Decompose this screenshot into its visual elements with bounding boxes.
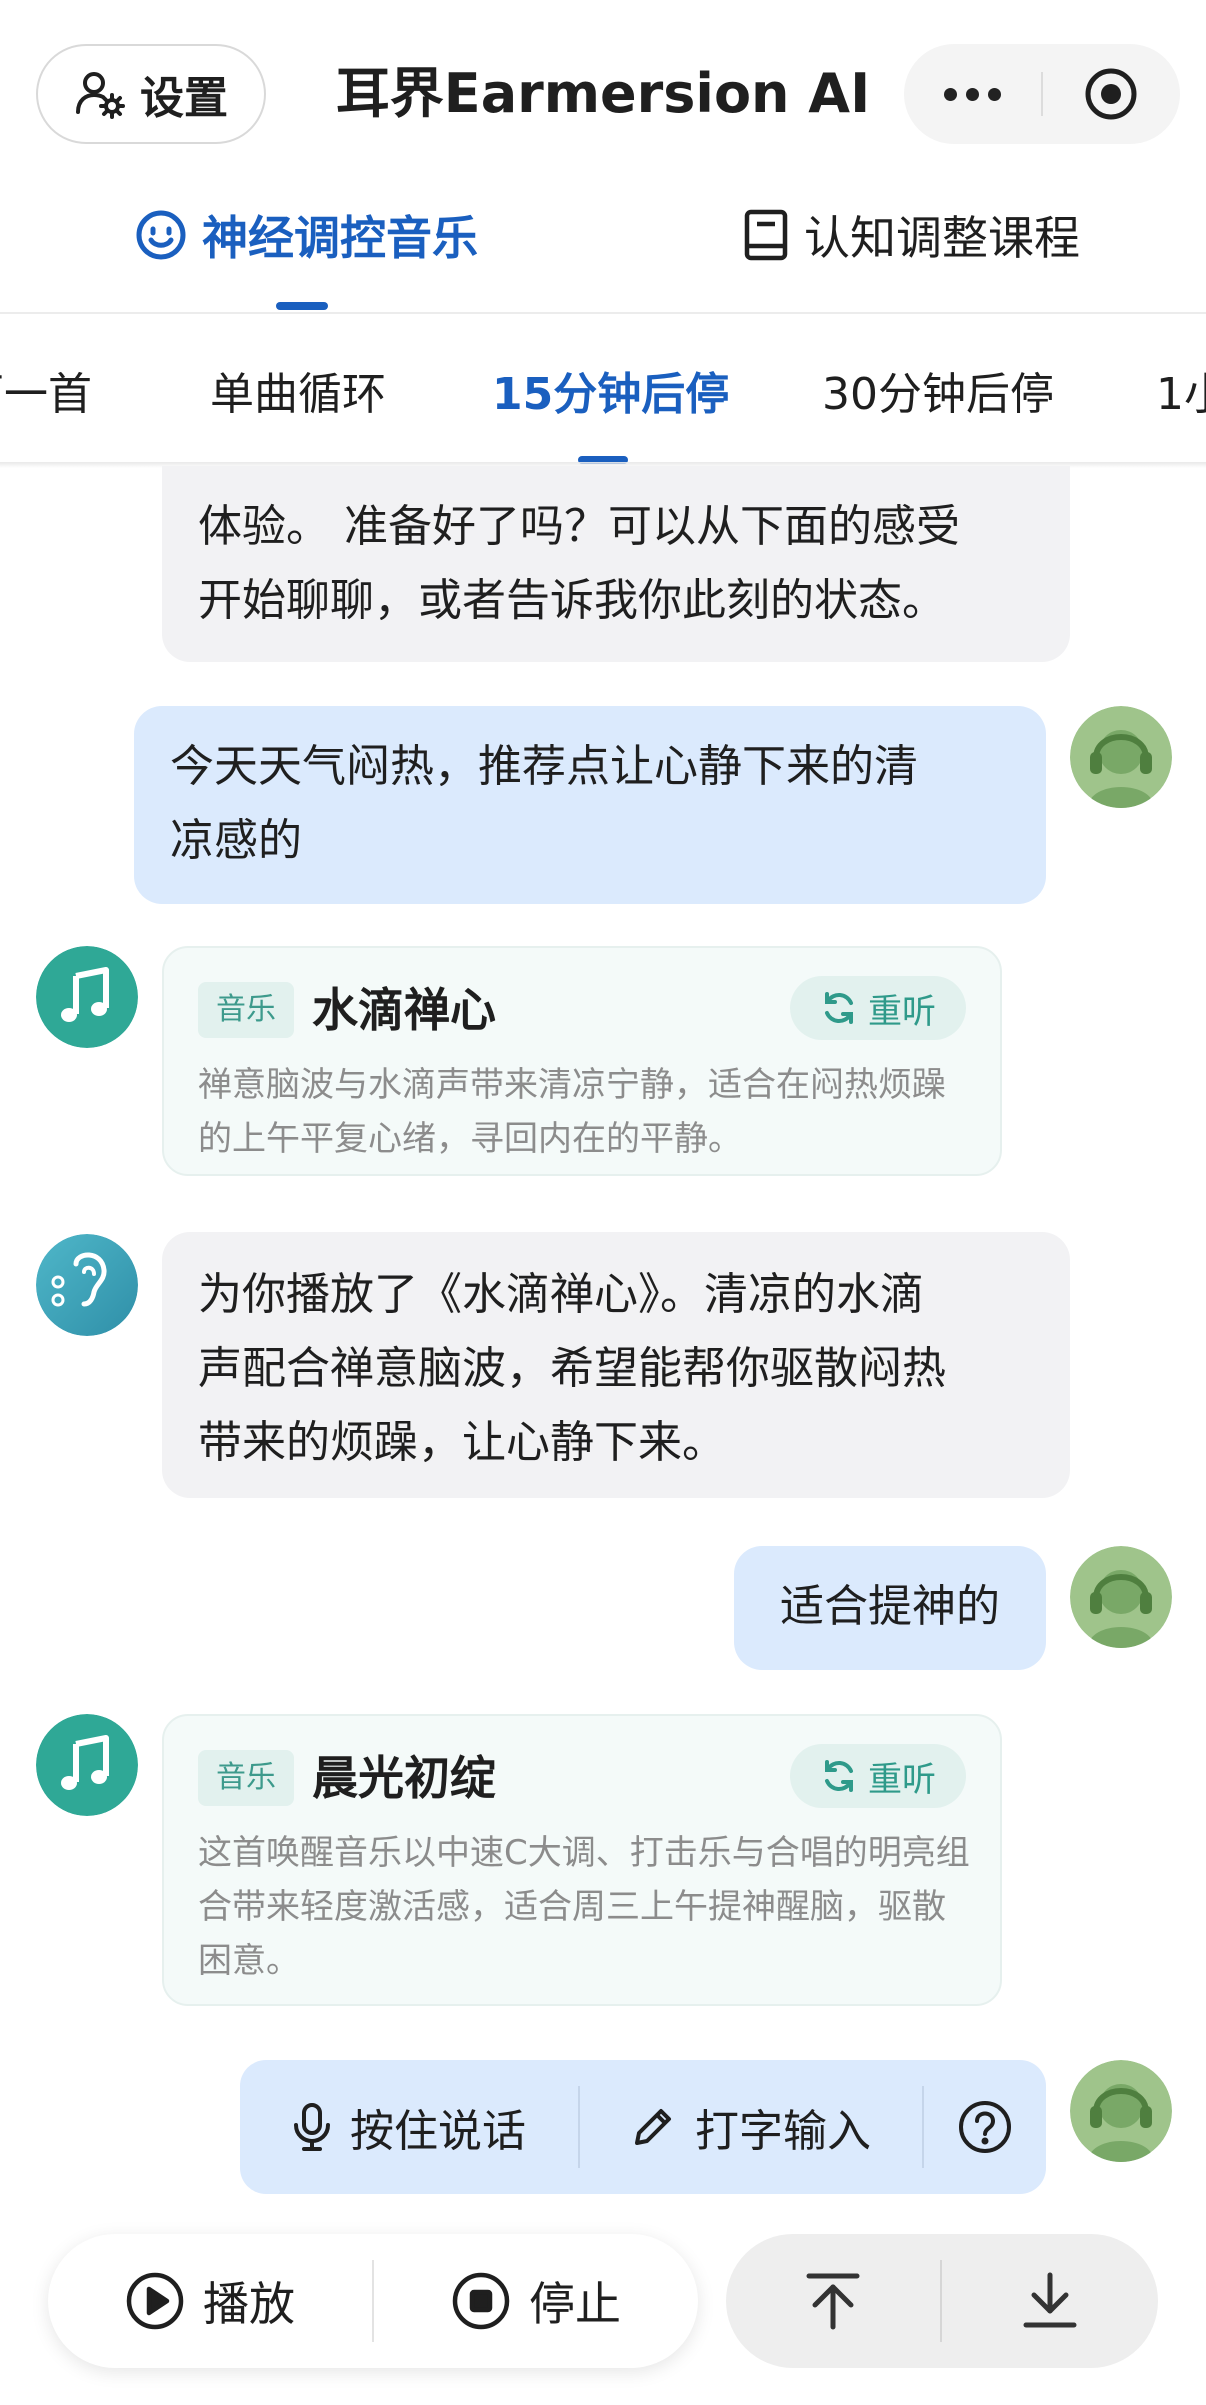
main-tab-indicator — [276, 302, 328, 310]
subtab-stop-1h[interactable]: 1小时后停 — [1156, 358, 1206, 422]
arrow-up-to-top-icon — [805, 2271, 861, 2331]
music-card[interactable]: 音乐 水滴禅心 重听 禅意脑波与水滴声带来清凉宁静，适合在闷热烦躁的上午平复心绪… — [162, 946, 1002, 1176]
music-title: 晨光初绽 — [312, 1751, 496, 1805]
tab-cognitive-course[interactable]: 认知调整课程 — [742, 190, 1080, 280]
arrow-down-to-bottom-icon — [1022, 2271, 1078, 2331]
music-card[interactable]: 音乐 晨光初绽 重听 这首唤醒音乐以中速C大调、打击乐与合唱的明亮组合带来轻度激… — [162, 1714, 1002, 2006]
user-message-bubble: 今天天气闷热，推荐点让心静下来的清 凉感的 — [134, 706, 1046, 904]
ai-message-bubble: 为你播放了《水滴禅心》。清凉的水滴 声配合禅意脑波，希望能帮你驱散闷热 带来的烦… — [162, 1232, 1070, 1498]
stop-circle-icon — [451, 2271, 511, 2331]
user-message-line: 适合提神的 — [780, 1581, 1000, 1632]
music-title: 水滴禅心 — [312, 983, 496, 1037]
tab-neuro-music-label: 神经调控音乐 — [202, 211, 478, 265]
settings-label: 设置 — [140, 73, 228, 124]
play-button[interactable]: 播放 — [48, 2234, 372, 2368]
smile-icon — [134, 208, 188, 262]
music-description: 这首唤醒音乐以中速C大调、打击乐与合唱的明亮组合带来轻度激活感，适合周三上午提神… — [198, 1833, 970, 1981]
subtab-next[interactable]: 下一首 — [0, 358, 92, 422]
close-capsule-button[interactable] — [1043, 44, 1180, 144]
chat-area: 体验。 准备好了吗？可以从下面的感受 开始聊聊，或者告诉我你此刻的状态。 今天天… — [0, 466, 1206, 2046]
mini-program-capsule — [904, 44, 1180, 144]
ai-message-line: 带来的烦躁，让心静下来。 — [198, 1417, 726, 1468]
music-note-avatar — [36, 946, 138, 1048]
type-input-label: 打字输入 — [695, 2106, 871, 2157]
more-dots-icon — [944, 87, 1001, 101]
settings-button[interactable]: 设置 — [36, 44, 266, 144]
hold-to-talk-label: 按住说话 — [350, 2106, 526, 2157]
music-tag: 音乐 — [198, 1750, 294, 1806]
play-circle-icon — [125, 2271, 185, 2331]
book-icon — [742, 208, 790, 262]
assistant-avatar — [36, 1234, 138, 1336]
help-button[interactable] — [924, 2060, 1046, 2194]
ai-message-line: 为你播放了《水滴禅心》。清凉的水滴 — [198, 1269, 924, 1320]
play-label: 播放 — [203, 2277, 295, 2331]
user-avatar[interactable] — [1070, 2060, 1172, 2162]
target-icon — [1084, 67, 1138, 121]
user-avatar[interactable] — [1070, 1546, 1172, 1648]
subtab-stop-30min[interactable]: 30分钟后停 — [822, 358, 1054, 422]
user-gear-icon — [74, 68, 126, 120]
scroll-to-top-button[interactable] — [726, 2234, 940, 2368]
music-note-avatar — [36, 1714, 138, 1816]
app-title: 耳界Earmersion AI — [335, 62, 871, 125]
pencil-icon — [629, 2103, 677, 2151]
ai-message-bubble: 体验。 准备好了吗？可以从下面的感受 开始聊聊，或者告诉我你此刻的状态。 — [162, 466, 1070, 662]
replay-label: 重听 — [868, 991, 936, 1032]
scroll-controls — [726, 2234, 1158, 2368]
music-description: 禅意脑波与水滴声带来清凉宁静，适合在闷热烦躁的上午平复心绪，寻回内在的平静。 — [198, 1065, 946, 1159]
stop-button[interactable]: 停止 — [374, 2234, 698, 2368]
replay-label: 重听 — [868, 1759, 936, 1800]
ai-message-line: 开始聊聊，或者告诉我你此刻的状态。 — [198, 575, 946, 626]
user-message-line: 今天天气闷热，推荐点让心静下来的清 — [170, 741, 918, 792]
music-tag: 音乐 — [198, 982, 294, 1038]
playback-controls: 播放 停止 — [48, 2234, 698, 2368]
refresh-icon — [820, 989, 858, 1027]
tab-neuro-music[interactable]: 神经调控音乐 — [134, 190, 478, 280]
stop-label: 停止 — [529, 2277, 621, 2331]
replay-button[interactable]: 重听 — [790, 1744, 966, 1808]
input-toolbar: 按住说话 打字输入 — [240, 2060, 1046, 2194]
user-avatar[interactable] — [1070, 706, 1172, 808]
hold-to-talk-button[interactable]: 按住说话 — [240, 2060, 578, 2194]
ai-message-line: 声配合禅意脑波，希望能帮你驱散闷热 — [198, 1343, 946, 1394]
subtab-repeat-one[interactable]: 单曲循环 — [210, 358, 386, 422]
replay-button[interactable]: 重听 — [790, 976, 966, 1040]
ai-message-line: 体验。 准备好了吗？可以从下面的感受 — [198, 501, 960, 552]
subtab-stop-15min[interactable]: 15分钟后停 — [492, 358, 729, 422]
playback-mode-tabs: 下一首 单曲循环 15分钟后停 30分钟后停 1小时后停 — [0, 330, 1206, 450]
microphone-icon — [292, 2101, 332, 2153]
user-message-line: 凉感的 — [170, 815, 302, 866]
tab-cognitive-course-label: 认知调整课程 — [804, 211, 1080, 265]
scroll-to-bottom-button[interactable] — [942, 2234, 1158, 2368]
help-circle-icon — [957, 2099, 1013, 2155]
refresh-icon — [820, 1757, 858, 1795]
user-message-bubble: 适合提神的 — [734, 1546, 1046, 1670]
type-input-button[interactable]: 打字输入 — [580, 2060, 920, 2194]
more-button[interactable] — [904, 44, 1041, 144]
